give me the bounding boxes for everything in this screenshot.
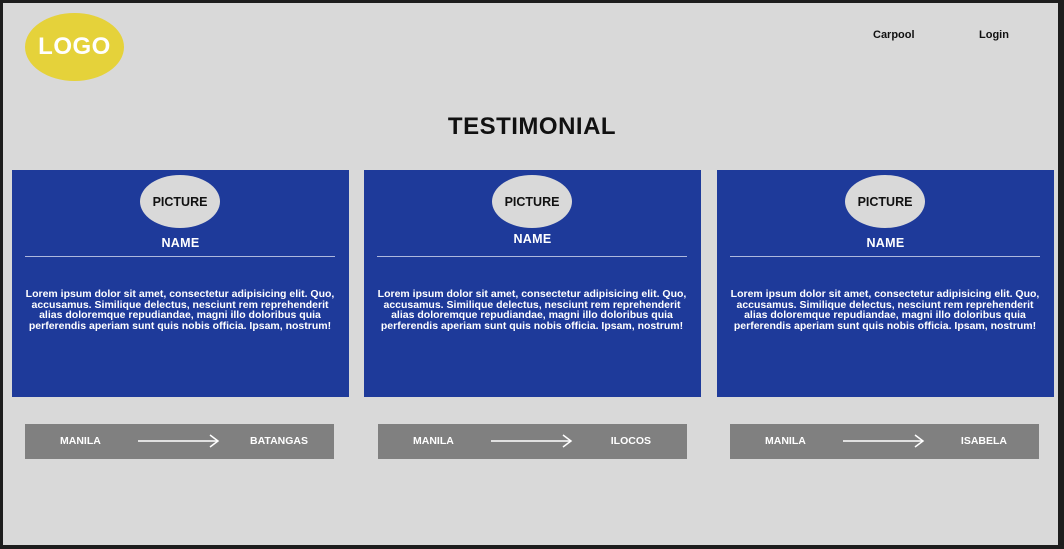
testimonial-text: Lorem ipsum dolor sit amet, consectetur … [730,288,1040,332]
arrow-right-icon [843,434,925,448]
testimonial-name: NAME [866,236,905,250]
route-bar[interactable]: MANILA ILOCOS [378,424,687,459]
route-destination: BATANGAS [250,435,308,447]
card-divider [25,256,335,257]
nav-carpool-link[interactable]: Carpool [873,29,915,41]
page-frame: LOGO Carpool Login TESTIMONIAL PICTURE N… [3,3,1058,545]
testimonial-text: Lorem ipsum dolor sit amet, consectetur … [25,288,335,332]
route-destination: ILOCOS [610,435,651,447]
profile-picture-placeholder: PICTURE [845,175,925,228]
profile-picture-placeholder: PICTURE [492,175,572,228]
testimonial-card: PICTURE NAME Lorem ipsum dolor sit amet,… [717,170,1054,397]
testimonial-text: Lorem ipsum dolor sit amet, consectetur … [377,288,687,332]
route-origin: MANILA [413,435,454,447]
card-divider [377,256,687,257]
route-destination: ISABELA [960,435,1007,447]
card-divider [730,256,1040,257]
route-bar[interactable]: MANILA ISABELA [730,424,1039,459]
nav-login-link[interactable]: Login [979,29,1009,41]
arrow-right-icon [491,434,573,448]
page-title: TESTIMONIAL [447,113,617,140]
arrow-right-icon [138,434,220,448]
route-origin: MANILA [60,435,101,447]
logo[interactable]: LOGO [25,13,124,81]
route-origin: MANILA [765,435,806,447]
picture-label: PICTURE [504,194,560,209]
picture-label: PICTURE [857,194,913,209]
picture-label: PICTURE [152,194,208,209]
testimonial-name: NAME [161,236,200,250]
testimonial-name: NAME [513,232,552,246]
testimonial-card: PICTURE NAME Lorem ipsum dolor sit amet,… [364,170,701,397]
testimonial-card: PICTURE NAME Lorem ipsum dolor sit amet,… [12,170,349,397]
profile-picture-placeholder: PICTURE [140,175,220,228]
logo-text: LOGO [38,33,111,60]
route-bar[interactable]: MANILA BATANGAS [25,424,334,459]
